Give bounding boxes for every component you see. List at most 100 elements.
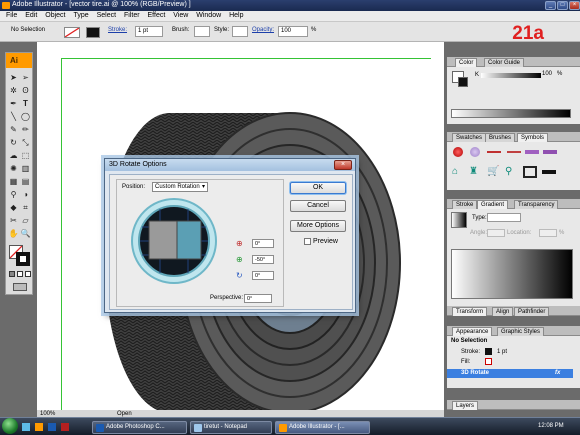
k-slider[interactable]: [481, 73, 541, 78]
tab-align[interactable]: Align: [492, 307, 514, 316]
scale-tool-icon[interactable]: ⤡: [20, 138, 31, 148]
color-stroke-box[interactable]: [458, 77, 468, 87]
direct-selection-tool-icon[interactable]: ➢: [20, 73, 31, 83]
symbol-purple-bar-icon[interactable]: [525, 150, 539, 154]
appearance-stroke-value[interactable]: 1 pt: [497, 349, 507, 355]
stroke-swatch[interactable]: [86, 27, 100, 38]
task-photoshop[interactable]: Adobe Photoshop C...: [92, 421, 187, 434]
quicklaunch-fl-icon[interactable]: [61, 423, 69, 431]
maximize-button[interactable]: □: [557, 1, 568, 10]
rotation-cube-track[interactable]: [130, 197, 218, 285]
pencil-tool-icon[interactable]: ✏: [20, 125, 31, 135]
selection-tool-icon[interactable]: ➤: [8, 73, 19, 83]
tab-color[interactable]: Color: [455, 58, 478, 67]
style-dropdown[interactable]: [232, 26, 248, 37]
x-angle-field[interactable]: 0°: [252, 239, 274, 248]
rotate-tool-icon[interactable]: ↻: [8, 138, 19, 148]
brush-dropdown[interactable]: [194, 26, 210, 37]
tab-symbols[interactable]: Symbols: [517, 133, 549, 142]
appearance-stroke-swatch[interactable]: [485, 348, 492, 355]
symbol-sprayer-tool-icon[interactable]: ✺: [8, 164, 19, 174]
gradient-location-field[interactable]: [539, 229, 557, 237]
eyedropper-tool-icon[interactable]: ⚲: [8, 190, 19, 200]
tab-appearance[interactable]: Appearance: [452, 327, 493, 336]
tab-pathfinder[interactable]: Pathfinder: [514, 307, 550, 316]
ok-button[interactable]: OK: [290, 182, 346, 194]
z-angle-field[interactable]: 0°: [252, 271, 274, 280]
blend-tool-icon[interactable]: ◑: [20, 190, 31, 200]
symbol-violet-bar-icon[interactable]: [543, 150, 557, 154]
dialog-close-button[interactable]: ×: [334, 160, 352, 170]
tab-graphic-styles[interactable]: Graphic Styles: [497, 327, 545, 336]
clock[interactable]: 12:08 PM: [538, 423, 564, 429]
tab-transparency[interactable]: Transparency: [514, 200, 559, 209]
lasso-tool-icon[interactable]: ʘ: [20, 86, 31, 96]
hand-tool-icon[interactable]: ✋: [8, 229, 19, 239]
position-dropdown[interactable]: Custom Rotation ▾: [152, 182, 208, 192]
stroke-label[interactable]: Stroke:: [108, 27, 127, 33]
k-value[interactable]: 100: [542, 71, 552, 77]
color-mode-icon[interactable]: [9, 271, 15, 277]
tab-color-guide[interactable]: Color Guide: [484, 58, 525, 67]
opacity-field[interactable]: 100: [278, 26, 308, 37]
stroke-color-box[interactable]: [16, 252, 30, 266]
gradient-tool-icon[interactable]: ▤: [20, 177, 31, 187]
gradient-ramp[interactable]: [451, 249, 573, 299]
tab-transform[interactable]: Transform: [452, 307, 488, 316]
menu-select[interactable]: Select: [94, 11, 119, 20]
symbol-red-rule-icon[interactable]: [507, 151, 521, 153]
warp-tool-icon[interactable]: ☁: [8, 151, 19, 161]
tab-layers[interactable]: Layers: [452, 401, 479, 410]
ellipse-tool-icon[interactable]: ◯: [20, 112, 31, 122]
tab-swatches[interactable]: Swatches: [452, 133, 487, 142]
gradient-type-dropdown[interactable]: [487, 213, 521, 222]
tab-brushes[interactable]: Brushes: [485, 133, 516, 142]
symbol-purple-ball-icon[interactable]: [470, 147, 480, 157]
more-options-button[interactable]: More Options: [290, 220, 346, 232]
screen-mode-icon[interactable]: [13, 283, 27, 291]
line-tool-icon[interactable]: ╲: [8, 112, 19, 122]
close-button[interactable]: ×: [569, 1, 580, 10]
scissors-tool-icon[interactable]: ✂: [8, 216, 19, 226]
pen-tool-icon[interactable]: ✒: [8, 99, 19, 109]
magic-wand-tool-icon[interactable]: ✲: [8, 86, 19, 96]
crop-area-tool-icon[interactable]: ⌗: [20, 203, 31, 213]
mesh-tool-icon[interactable]: ▦: [8, 177, 19, 187]
opacity-label[interactable]: Opacity:: [252, 27, 274, 33]
dialog-titlebar[interactable]: 3D Rotate Options ×: [105, 159, 355, 171]
preview-checkbox[interactable]: [304, 238, 311, 245]
start-button[interactable]: [2, 418, 18, 434]
appearance-3d-rotate-row[interactable]: 3D Rotate fx: [447, 369, 573, 378]
cancel-button[interactable]: Cancel: [290, 200, 346, 212]
symbol-cart-icon[interactable]: 🛒: [487, 166, 499, 177]
fill-swatch[interactable]: [64, 27, 80, 38]
symbol-person-icon[interactable]: ♜: [469, 166, 478, 177]
fx-icon[interactable]: fx: [555, 370, 560, 376]
tab-stroke[interactable]: Stroke: [452, 200, 478, 209]
quicklaunch-ie-icon[interactable]: [22, 423, 30, 431]
menu-file[interactable]: File: [3, 11, 20, 20]
menu-view[interactable]: View: [170, 11, 191, 20]
symbol-search-icon[interactable]: ⚲: [505, 166, 512, 177]
eraser-tool-icon[interactable]: ▱: [20, 216, 31, 226]
y-angle-field[interactable]: -50°: [252, 255, 274, 264]
menu-edit[interactable]: Edit: [22, 11, 40, 20]
symbol-bar-icon[interactable]: [542, 170, 556, 174]
symbol-red-line-icon[interactable]: [487, 151, 501, 153]
live-paint-tool-icon[interactable]: ◆: [8, 203, 19, 213]
menu-filter[interactable]: Filter: [121, 11, 143, 20]
symbol-frame-icon[interactable]: [523, 166, 537, 178]
appearance-fill-swatch[interactable]: [485, 358, 492, 365]
stroke-weight-field[interactable]: 1 pt: [135, 26, 163, 37]
zoom-tool-icon[interactable]: 🔍: [20, 229, 31, 239]
type-tool-icon[interactable]: T: [20, 99, 31, 109]
menu-type[interactable]: Type: [70, 11, 91, 20]
quicklaunch-ai-icon[interactable]: [35, 423, 43, 431]
paintbrush-tool-icon[interactable]: ✎: [8, 125, 19, 135]
quicklaunch-ps-icon[interactable]: [48, 423, 56, 431]
task-illustrator[interactable]: Adobe Illustrator - [...: [275, 421, 370, 434]
free-transform-tool-icon[interactable]: ⬚: [20, 151, 31, 161]
color-spectrum-bar[interactable]: [451, 109, 571, 118]
task-notepad[interactable]: tiretut - Notepad: [190, 421, 272, 434]
menu-object[interactable]: Object: [42, 11, 68, 20]
